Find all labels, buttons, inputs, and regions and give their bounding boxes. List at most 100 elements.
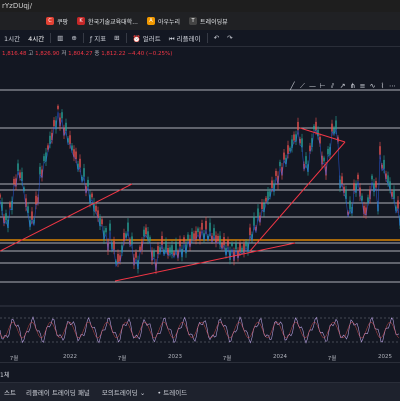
candle-body bbox=[127, 222, 129, 232]
candle-body bbox=[197, 228, 199, 233]
candle-body bbox=[283, 152, 285, 160]
tab-paper-trading-label: 모의트레이딩 bbox=[101, 389, 138, 397]
range-label[interactable]: 1체 bbox=[0, 370, 9, 379]
replay-button[interactable]: ⏮ 리플레이 bbox=[165, 33, 205, 44]
status-bar: 1체 bbox=[0, 362, 400, 383]
candle-body bbox=[123, 232, 125, 242]
candle-body bbox=[327, 148, 329, 155]
address-bar[interactable]: rYzDUqj/ bbox=[0, 0, 400, 12]
candle-body bbox=[205, 220, 207, 230]
candle-body bbox=[87, 179, 89, 187]
indicators-button[interactable]: ƒ 지표 bbox=[86, 33, 110, 43]
candle-body bbox=[393, 189, 395, 199]
candle-body bbox=[265, 197, 267, 202]
candle-body bbox=[257, 208, 259, 218]
redo-icon[interactable]: ↷ bbox=[223, 34, 236, 42]
candle-body bbox=[13, 178, 15, 184]
more-tools-icon[interactable]: ⋯ bbox=[388, 82, 397, 91]
candle-body bbox=[353, 183, 355, 191]
alert-button[interactable]: ⏰ 얼러트 bbox=[129, 33, 165, 43]
candle-body bbox=[323, 157, 325, 162]
candle-body bbox=[217, 235, 219, 241]
candle-body bbox=[275, 170, 277, 176]
alert-label: 얼러트 bbox=[142, 35, 161, 43]
candle-type-icon[interactable]: ▥ bbox=[53, 34, 67, 42]
bookmark-aunuri[interactable]: A 아우누리 bbox=[146, 17, 180, 26]
candle-body bbox=[21, 172, 23, 182]
candle-body bbox=[65, 122, 67, 132]
candle-body bbox=[169, 247, 171, 254]
x-tick: 7월 bbox=[9, 356, 19, 362]
tab-replay-trading[interactable]: 리플레이 트레이딩 패널 bbox=[20, 387, 96, 397]
candle-body bbox=[187, 234, 189, 240]
candle-body bbox=[95, 205, 97, 212]
candle-body bbox=[297, 121, 299, 131]
bookmark-label: 쿠팡 bbox=[57, 18, 69, 26]
timeframe-4h[interactable]: 4시간 bbox=[24, 33, 48, 43]
tab-trade[interactable]: • 트레이드 bbox=[151, 387, 193, 397]
templates-icon[interactable]: ⊞ bbox=[110, 34, 123, 42]
bookmark-label: 한국기술교육대학... bbox=[88, 18, 138, 26]
horizontal-line-tool-icon[interactable]: — bbox=[308, 82, 317, 91]
channel-tool-icon[interactable]: ⫽ bbox=[328, 82, 337, 91]
undo-icon[interactable]: ↶ bbox=[210, 34, 223, 42]
candle-body bbox=[175, 242, 177, 251]
candle-body bbox=[113, 241, 115, 250]
candle-body bbox=[61, 112, 63, 119]
candle-body bbox=[253, 216, 255, 226]
indicators-label: 지표 bbox=[94, 35, 107, 43]
trendline bbox=[299, 127, 346, 143]
candle-body bbox=[387, 175, 389, 183]
candle-body bbox=[239, 243, 241, 252]
candle-body bbox=[5, 213, 7, 221]
candle-body bbox=[261, 202, 263, 210]
candle-body bbox=[349, 200, 351, 210]
candle-body bbox=[249, 227, 251, 236]
bottom-panel-tabs: 스트 리플레이 트레이딩 패널 모의트레이딩 ⌄ • 트레이드 bbox=[0, 382, 400, 401]
x-tick: 2025 bbox=[378, 354, 392, 360]
candle-body bbox=[143, 229, 145, 237]
divider bbox=[206, 33, 208, 43]
candle-body bbox=[301, 138, 303, 148]
divider bbox=[125, 33, 127, 43]
x-tick: 2022 bbox=[63, 354, 77, 360]
bookmark-university[interactable]: K 한국기술교육대학... bbox=[77, 17, 138, 26]
replay-icon: ⏮ bbox=[168, 34, 177, 43]
candle-body bbox=[191, 231, 193, 240]
candle-body bbox=[313, 125, 315, 130]
ray-tool-icon[interactable]: ⟋ bbox=[298, 82, 307, 91]
brush-tool-icon[interactable]: ∿ bbox=[368, 82, 377, 91]
horizontal-ray-tool-icon[interactable]: ⊢ bbox=[318, 82, 327, 91]
candle-body bbox=[9, 203, 11, 208]
candle-body bbox=[331, 123, 333, 132]
candle-body bbox=[287, 145, 289, 154]
candle-body bbox=[101, 219, 103, 225]
drawing-toolbar: ╱ ⟋ — ⊢ ⫽ ↗ ⋔ ≡ ∿ ⌇ ⋯ bbox=[288, 82, 400, 92]
trendline bbox=[249, 141, 346, 252]
candle-body bbox=[149, 237, 151, 241]
bookmark-tradingview[interactable]: T 트레이딩뷰 bbox=[189, 17, 228, 26]
path-tool-icon[interactable]: ⌇ bbox=[378, 82, 387, 91]
arrow-tool-icon[interactable]: ↗ bbox=[338, 82, 347, 91]
pitchfork-tool-icon[interactable]: ⋔ bbox=[348, 82, 357, 91]
alert-icon: ⏰ bbox=[132, 35, 143, 43]
tab-paper-trading-group[interactable]: 모의트레이딩 ⌄ bbox=[96, 387, 151, 397]
compare-icon[interactable]: ⊕ bbox=[67, 34, 80, 42]
fib-tool-icon[interactable]: ≡ bbox=[358, 82, 367, 91]
candle-body bbox=[79, 158, 81, 168]
tab-screener[interactable]: 스트 bbox=[0, 387, 20, 397]
candle-body bbox=[135, 252, 137, 258]
candle-body bbox=[335, 120, 337, 130]
timeframe-1h[interactable]: 1시간 bbox=[0, 33, 24, 43]
candle-body bbox=[245, 241, 247, 247]
bookmark-coupang[interactable]: C 쿠팡 bbox=[46, 17, 68, 26]
candle-body bbox=[201, 222, 203, 230]
candle-body bbox=[315, 121, 317, 131]
candle-body bbox=[69, 135, 71, 145]
candle-body bbox=[227, 239, 229, 246]
chevron-down-icon: ⌄ bbox=[139, 389, 146, 397]
trendline-tool-icon[interactable]: ╱ bbox=[288, 82, 297, 91]
candle-body bbox=[219, 235, 221, 245]
candle-body bbox=[165, 241, 167, 250]
candle-body bbox=[341, 176, 343, 184]
